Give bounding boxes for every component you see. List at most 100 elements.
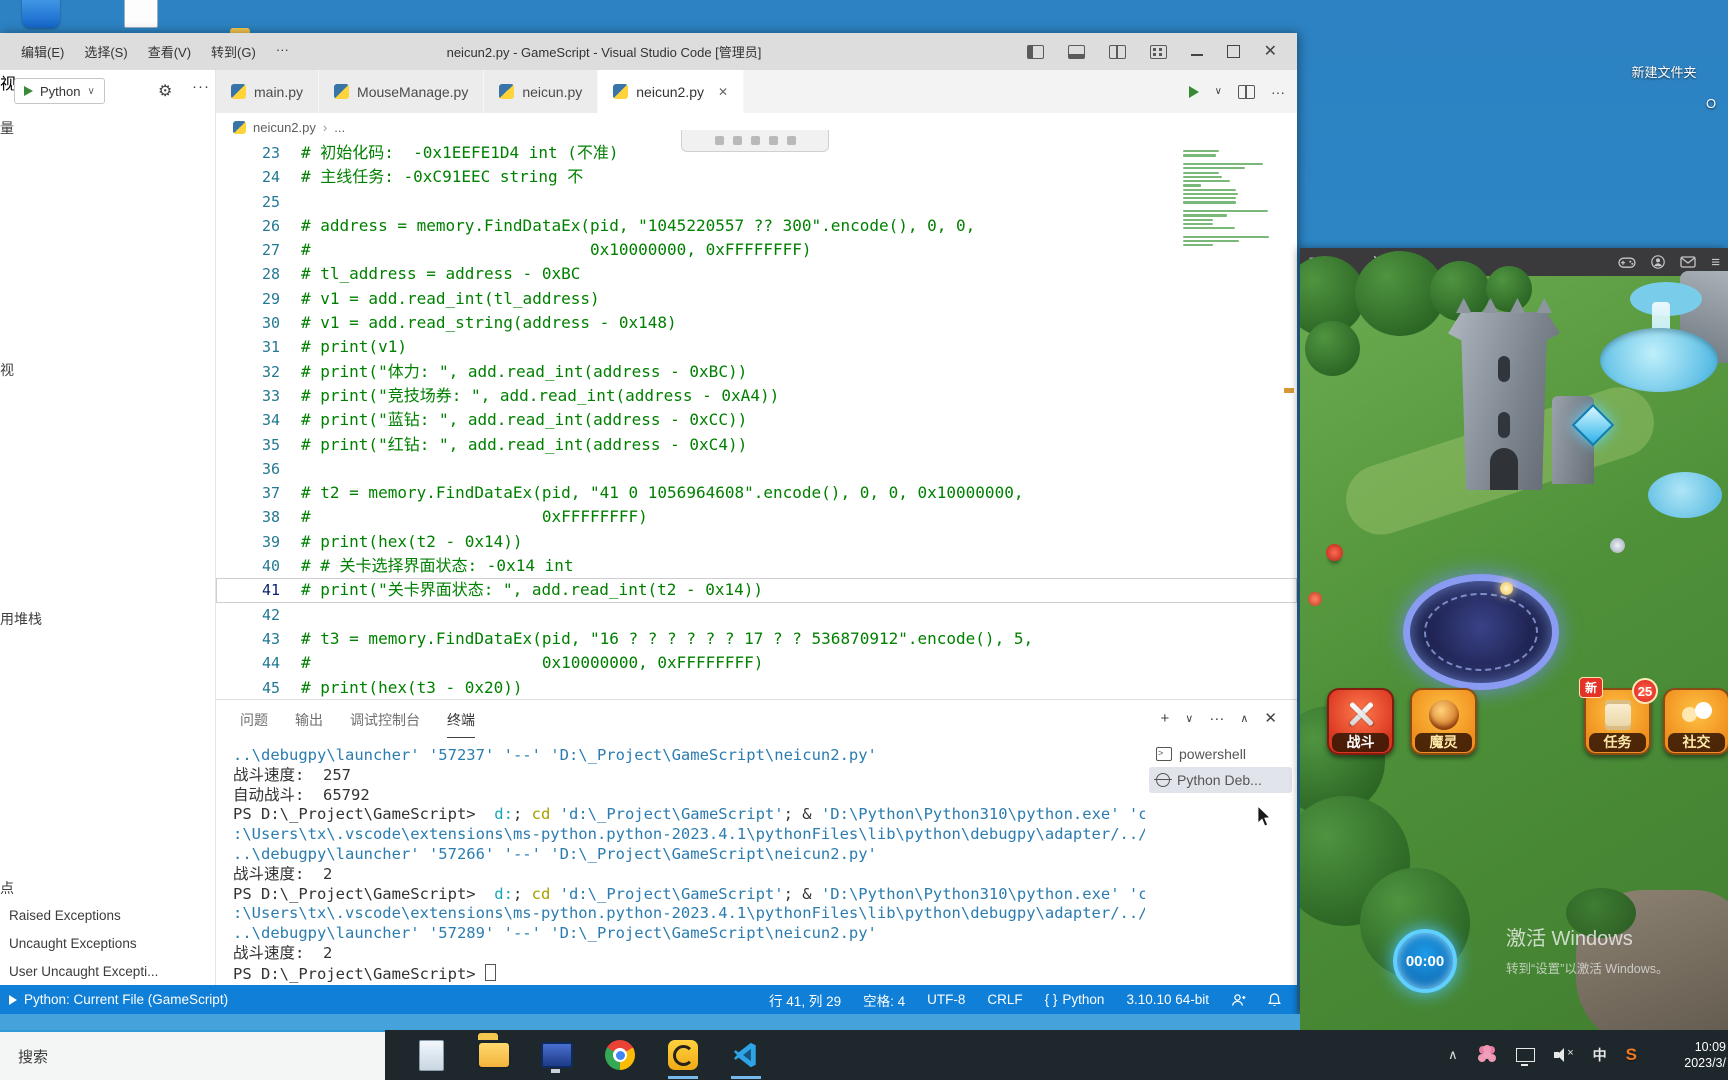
taskbar-search-box[interactable]: 搜索 [0,1030,385,1080]
menu-item-1[interactable]: 选择(S) [75,37,136,66]
shell-item-Python Deb...[interactable]: Python Deb... [1149,767,1292,793]
menu-item-0[interactable]: 编辑(E) [12,37,73,66]
battle-timer[interactable]: 00:00 [1393,929,1457,993]
tab-neicun2.py[interactable]: neicun2.py ✕ [598,70,745,113]
panel-tab-调试控制台[interactable]: 调试控制台 [350,710,420,738]
summon-portal[interactable] [1403,574,1559,690]
toggle-panel-icon[interactable] [1067,44,1085,59]
variables-section-partial: 量 [0,120,14,136]
more-actions-icon[interactable]: ··· [1271,84,1285,100]
ime-indicator[interactable]: 中 [1593,1045,1607,1065]
status-eol[interactable]: CRLF [987,992,1022,1007]
avatar-icon[interactable] [1651,255,1666,269]
terminal-line: 战斗速度: 257 [233,765,351,784]
status-line-col[interactable]: 行 41, 列 29 [769,990,841,1010]
minimap[interactable] [1183,148,1279,249]
game-scene[interactable] [1300,251,1728,1030]
game-button-任务[interactable]: 任务新 25 [1579,677,1658,755]
speaker-muted-icon[interactable]: × [1553,1047,1574,1062]
breakpoint-2[interactable]: User Uncaught Excepti... [9,964,158,979]
status-spaces[interactable]: 空格: 4 [863,990,905,1010]
breadcrumb-file[interactable]: neicun2.py [253,120,316,135]
game-button-战斗[interactable]: 战斗 [1327,688,1394,755]
python-icon [231,84,246,99]
tab-MouseManage.py[interactable]: MouseManage.py [319,70,485,113]
bell-icon[interactable] [1268,992,1281,1007]
panel-tab-输出[interactable]: 输出 [295,710,323,738]
breadcrumb-more[interactable]: ... [334,120,345,135]
taskbar-capture-app[interactable] [667,1039,699,1079]
split-editor-icon[interactable] [1238,84,1255,99]
game-character[interactable] [1308,592,1322,606]
more-actions-icon[interactable]: ··· [192,78,210,95]
minimize-button[interactable] [1190,53,1203,56]
menu-icon[interactable]: ≡ [1711,254,1720,271]
tab-neicun.py[interactable]: neicun.py [484,70,599,113]
toggle-sidebar-icon[interactable] [1026,44,1044,59]
taskbar-remote-desktop[interactable] [541,1039,573,1073]
game-character[interactable] [1326,544,1343,561]
status-encoding[interactable]: UTF-8 [927,992,965,1007]
breakpoint-0[interactable]: Raised Exceptions [9,908,121,923]
desktop-strip [0,1014,1300,1030]
more-actions-icon[interactable]: ··· [1209,710,1224,727]
terminal-line: 战斗速度: 2 [233,864,333,883]
window-title: neicun2.py - GameScript - Visual Studio … [446,45,762,60]
run-icon [24,86,33,96]
badge-count: 25 [1632,678,1658,704]
taskbar-clock[interactable]: 10:09 2023/3/ [1656,1039,1726,1071]
close-tab-icon[interactable]: ✕ [718,85,728,99]
demon-icon [1428,700,1459,731]
terminal-line: ..\debugpy\launcher' '57289' '--' 'D:\_P… [233,924,877,943]
desktop-icon-document[interactable] [124,0,158,28]
debug-toolbar-partial[interactable] [681,130,829,152]
status-language[interactable]: { } Python [1045,992,1105,1007]
maximize-button[interactable] [1226,45,1240,58]
taskbar-chrome[interactable] [604,1039,636,1071]
debug-sidebar: Python ∨ ⚙ ··· 量 视 视 用堆栈 点 Raised Except… [0,70,216,985]
breakpoint-1[interactable]: Uncaught Exceptions [9,936,137,951]
menu-item-2[interactable]: 查看(V) [139,37,200,66]
code-line-45: 45 # print(hex(t3 - 0x20)) [261,677,523,697]
desktop-icon-app[interactable] [22,0,60,28]
account-icon[interactable] [1231,993,1246,1007]
terminal[interactable]: ..\debugpy\launcher' '57237' '--' 'D:\_P… [233,746,1145,983]
panel-tab-问题[interactable]: 问题 [240,710,268,738]
code-editor[interactable]: 23 # 初始化码: -0x1EEFE1D4 int (不准) 24 # 主线任务: … [216,141,1297,700]
code-line-27: 27 # 0x10000000, 0xFFFFFFFF) [261,240,812,260]
tray-expand-icon[interactable]: ∧ [1448,1047,1458,1063]
mail-icon[interactable] [1680,256,1696,268]
status-python-version[interactable]: 3.10.10 64-bit [1126,992,1209,1007]
menu-item-4[interactable]: ··· [267,37,298,66]
panel-tab-终端[interactable]: 终端 [447,710,475,738]
scrollbar-marker [1284,388,1294,393]
taskbar-file-explorer[interactable] [478,1039,510,1071]
chevron-down-icon[interactable]: ∨ [1185,712,1193,725]
gear-icon[interactable]: ⚙ [158,81,172,101]
close-panel-icon[interactable]: ✕ [1264,709,1277,727]
new-terminal-icon[interactable]: + [1161,710,1170,727]
status-debug-target[interactable]: Python: Current File (GameScript) [0,992,228,1007]
split-layout-icon[interactable] [1108,44,1126,59]
tab-main.py[interactable]: main.py [216,70,320,113]
customize-layout-icon[interactable] [1149,44,1167,59]
terminal-line: ..\debugpy\launcher' '57237' '--' 'D:\_P… [233,746,877,764]
gamepad-icon[interactable] [1618,256,1636,269]
run-dropdown-icon[interactable]: ∨ [1215,86,1222,97]
taskbar-notepad[interactable] [415,1039,447,1071]
taskbar-vscode[interactable] [730,1039,762,1079]
game-button-社交[interactable]: 社交 [1663,688,1728,755]
close-button[interactable]: ✕ [1264,43,1277,60]
flower-tray-icon[interactable] [1482,1051,1491,1059]
vscode-titlebar[interactable]: 编辑(E) 选择(S) 查看(V) 转到(G) ··· neicun2.py - Gam… [0,33,1297,70]
game-character[interactable] [1500,582,1513,595]
game-button-魔灵[interactable]: 魔灵 [1410,688,1477,755]
run-config-dropdown[interactable]: Python ∨ [14,78,105,104]
chevron-up-icon[interactable]: ∧ [1240,712,1248,725]
shell-item-powershell[interactable]: > powershell [1149,741,1292,767]
run-python-file-icon[interactable] [1188,85,1199,98]
sogou-icon[interactable]: S [1626,1045,1637,1065]
menu-item-3[interactable]: 转到(G) [202,37,265,66]
display-tray-icon[interactable] [1515,1048,1535,1066]
game-character[interactable] [1610,538,1625,553]
